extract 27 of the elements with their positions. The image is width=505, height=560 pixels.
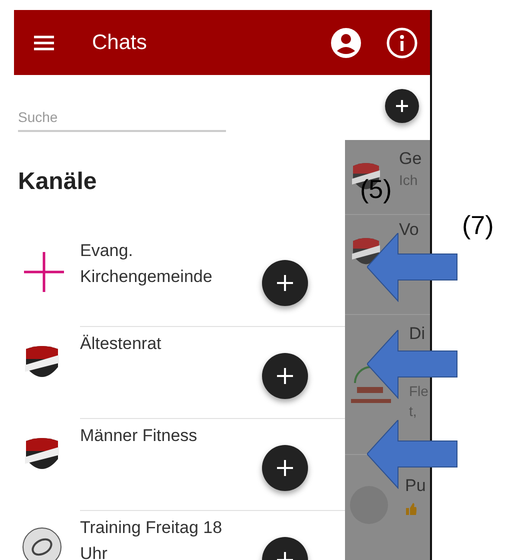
plus-icon <box>276 367 294 385</box>
chat-text-fragment: Pu <box>405 475 426 497</box>
menu-icon[interactable] <box>34 34 54 50</box>
add-button[interactable] <box>262 260 308 306</box>
add-button[interactable] <box>385 89 419 123</box>
annotation-label: (5) <box>360 176 392 202</box>
plus-icon <box>276 274 294 292</box>
channel-name[interactable]: Evang. Kirchengemeinde <box>80 238 252 290</box>
tennis-logo-icon <box>22 527 62 560</box>
account-icon[interactable] <box>330 26 362 58</box>
add-button[interactable] <box>262 353 308 399</box>
section-heading: Kanäle <box>18 167 98 197</box>
chat-text-fragment: Vo <box>399 219 419 241</box>
channel-name[interactable]: Ältestenrat <box>80 331 252 357</box>
channel-name[interactable]: Männer Fitness <box>80 423 252 449</box>
plus-icon <box>395 99 409 113</box>
annotation-label: (7) <box>462 212 494 238</box>
info-icon[interactable] <box>386 26 418 58</box>
search-field[interactable]: Suche <box>18 105 226 132</box>
add-button[interactable] <box>262 445 308 491</box>
thumbs-up-icon <box>405 502 417 516</box>
channel-name[interactable]: Training Freitag 18 Uhr <box>80 515 252 560</box>
app-title: Chats <box>92 30 147 56</box>
plus-icon <box>276 459 294 477</box>
chat-text-fragment: Ge <box>399 148 422 170</box>
chat-text-fragment: Di <box>409 323 426 345</box>
cross-icon <box>22 250 66 294</box>
